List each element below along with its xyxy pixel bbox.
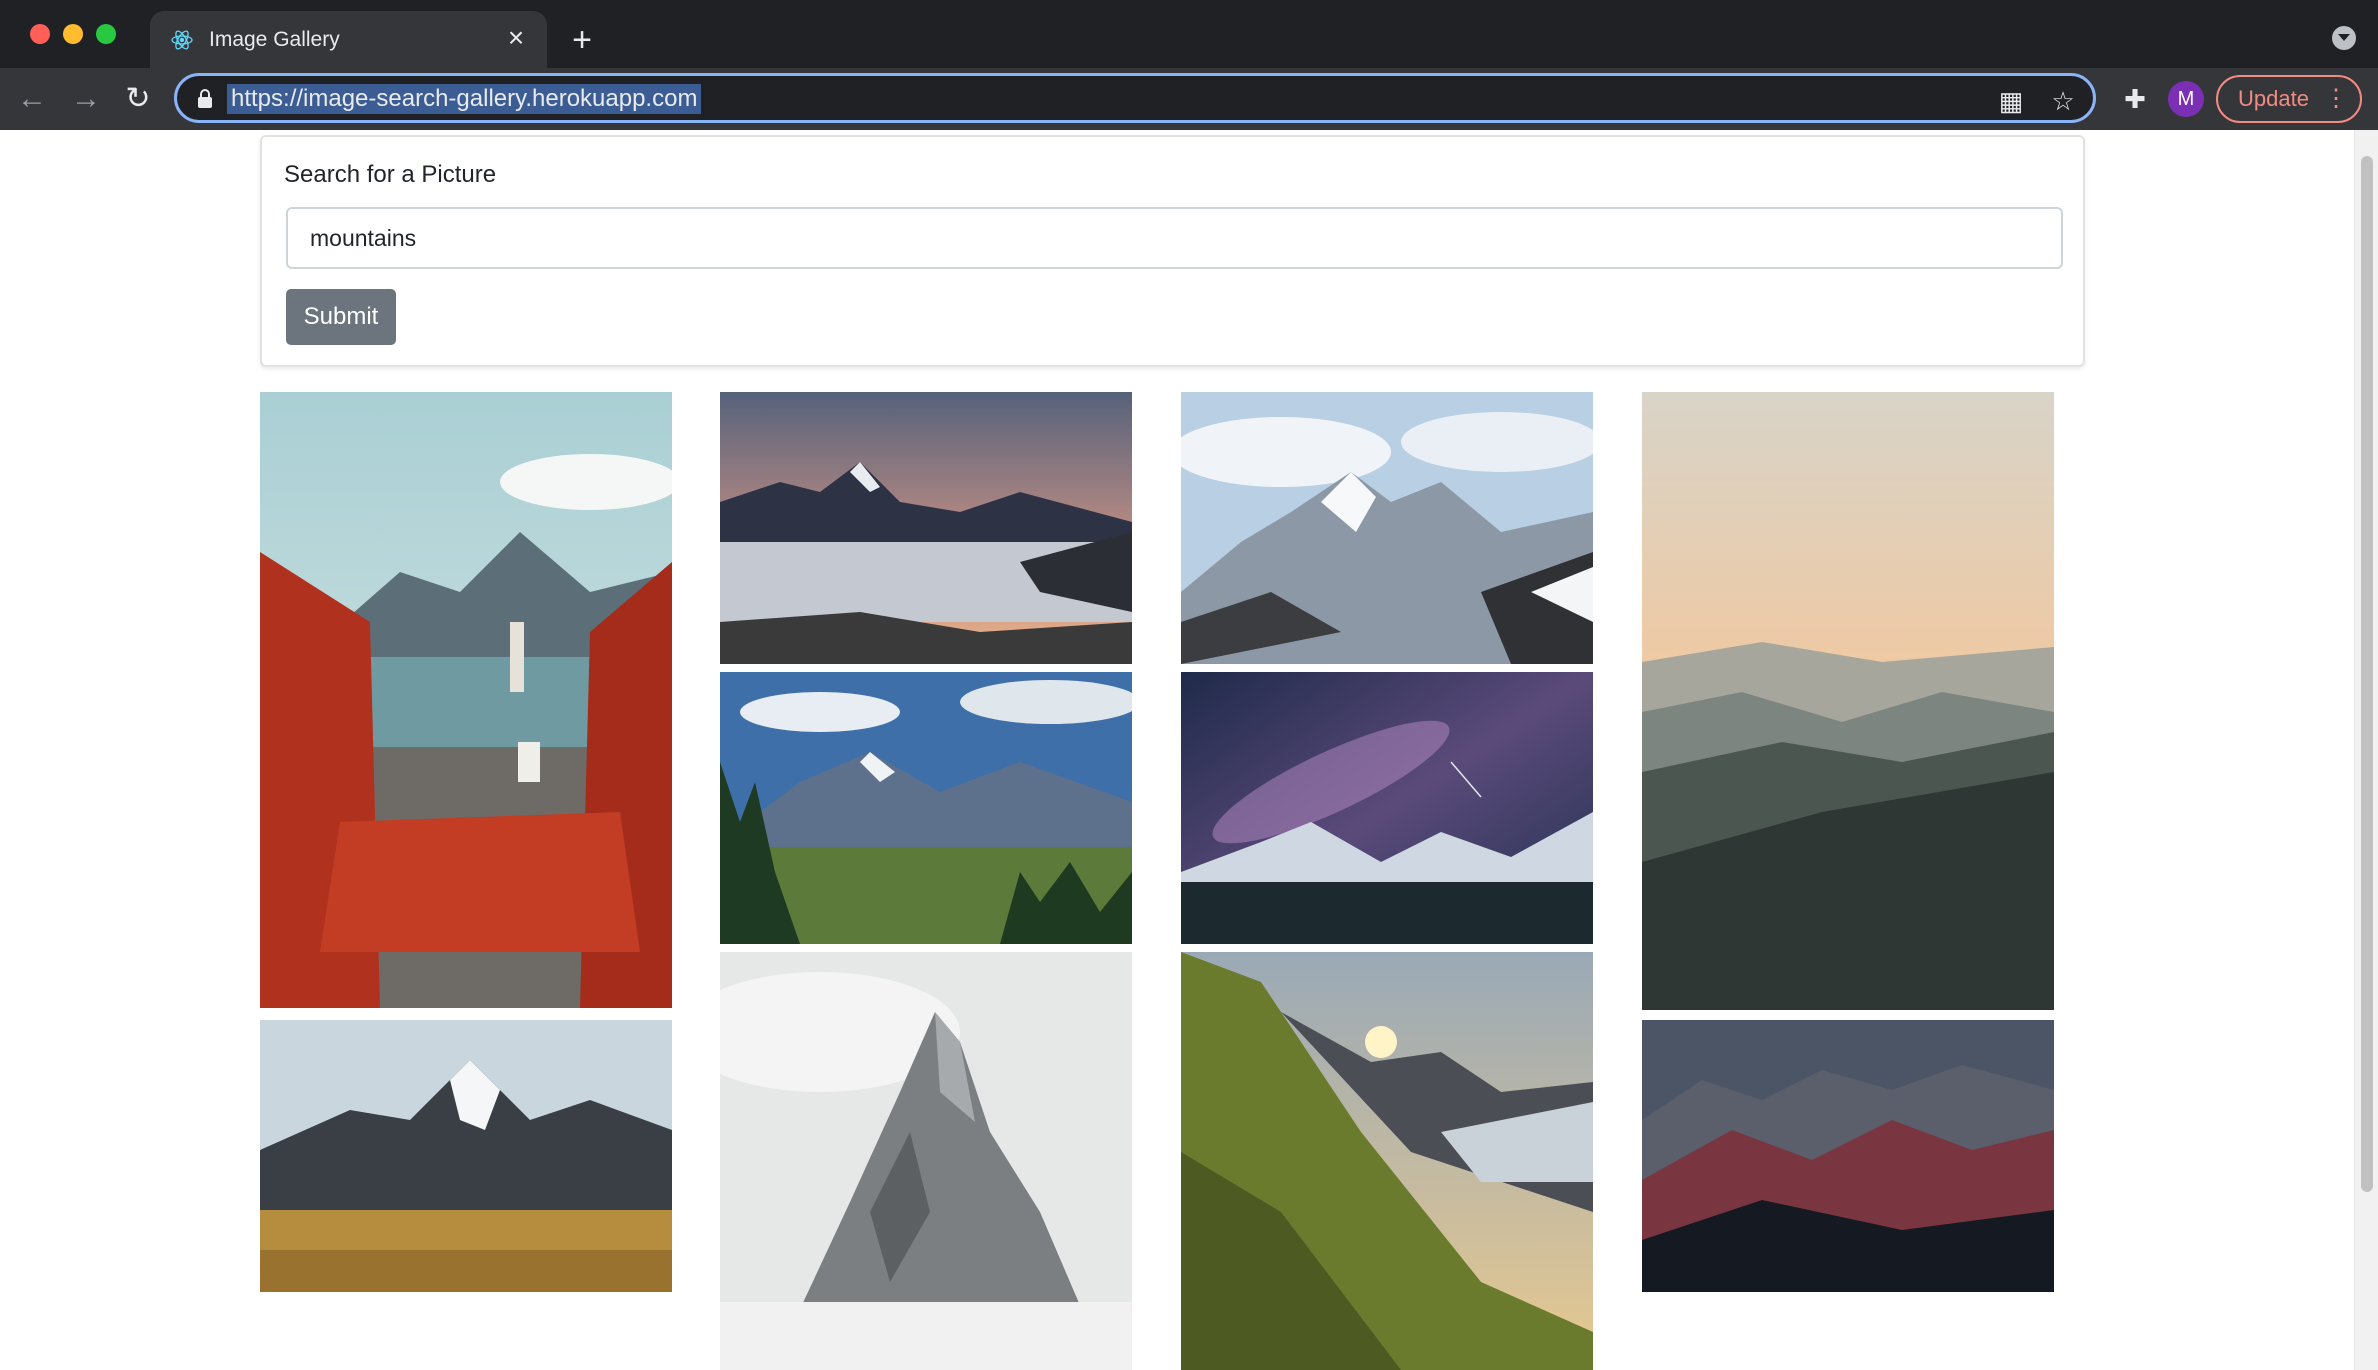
update-label: Update xyxy=(2238,86,2309,111)
page-scrollbar[interactable] xyxy=(2354,130,2378,1370)
profile-avatar[interactable]: M xyxy=(2168,81,2204,117)
qr-code-icon[interactable]: ▦ xyxy=(1997,87,2025,115)
mountain-photo-9 xyxy=(1642,392,2054,1010)
extensions-puzzle-icon[interactable]: ✚ xyxy=(2118,82,2152,116)
update-button[interactable]: Update ⋮ xyxy=(2216,75,2362,123)
close-window-button[interactable] xyxy=(30,24,50,44)
mountain-photo-3 xyxy=(720,392,1132,664)
mountain-photo-10 xyxy=(1642,1020,2054,1292)
gallery-image-rocky-spire[interactable] xyxy=(720,952,1132,1370)
gallery-image-forest-valley[interactable] xyxy=(720,672,1132,944)
mountain-photo-7 xyxy=(1181,672,1593,944)
browser-tab-bar: Image Gallery × + xyxy=(0,0,2378,68)
tab-search-icon[interactable] xyxy=(2332,26,2356,50)
browser-toolbar: ← → ↻ https://image-search-gallery.herok… xyxy=(0,68,2378,130)
close-tab-icon[interactable]: × xyxy=(499,21,533,55)
react-logo-icon xyxy=(171,30,193,50)
bookmark-star-icon[interactable]: ☆ xyxy=(2049,87,2077,115)
gallery-image-fjord-sunset[interactable] xyxy=(1181,952,1593,1370)
address-bar[interactable]: https://image-search-gallery.herokuapp.c… xyxy=(174,73,2096,123)
gallery-image-snowy-range[interactable] xyxy=(1181,392,1593,664)
gallery-image-misty-ridges[interactable] xyxy=(1642,392,2054,1010)
submit-button[interactable]: Submit xyxy=(286,289,396,345)
mountain-photo-1 xyxy=(260,392,672,1008)
search-label: Search for a Picture xyxy=(284,161,497,188)
mountain-photo-8 xyxy=(1181,952,1593,1370)
gallery-image-sea-of-clouds[interactable] xyxy=(720,392,1132,664)
new-tab-icon[interactable]: + xyxy=(562,20,602,60)
minimize-window-button[interactable] xyxy=(63,24,83,44)
scrollbar-thumb[interactable] xyxy=(2361,156,2373,1192)
gallery-image-red-range[interactable] xyxy=(1642,1020,2054,1292)
tab-title: Image Gallery xyxy=(209,28,340,51)
mountain-photo-4 xyxy=(720,672,1132,944)
lock-icon xyxy=(198,89,212,108)
browser-tab-active[interactable]: Image Gallery × xyxy=(150,11,547,68)
reload-icon[interactable]: ↻ xyxy=(118,79,158,119)
mountain-photo-6 xyxy=(1181,392,1593,664)
back-arrow-icon[interactable]: ← xyxy=(12,79,52,119)
page-viewport: Search for a Picture Submit xyxy=(0,130,2378,1370)
gallery-image-chairs-lake[interactable] xyxy=(260,392,672,1008)
search-input[interactable] xyxy=(286,207,2063,269)
search-card: Search for a Picture Submit xyxy=(260,135,2085,367)
forward-arrow-icon[interactable]: → xyxy=(66,79,106,119)
maximize-window-button[interactable] xyxy=(96,24,116,44)
gallery-image-snow-peak-meadow[interactable] xyxy=(260,1020,672,1292)
url-text[interactable]: https://image-search-gallery.herokuapp.c… xyxy=(227,84,702,114)
menu-kebab-icon[interactable]: ⋮ xyxy=(2324,77,2348,121)
gallery-image-milky-way[interactable] xyxy=(1181,672,1593,944)
mountain-photo-5 xyxy=(720,952,1132,1370)
mountain-photo-2 xyxy=(260,1020,672,1292)
